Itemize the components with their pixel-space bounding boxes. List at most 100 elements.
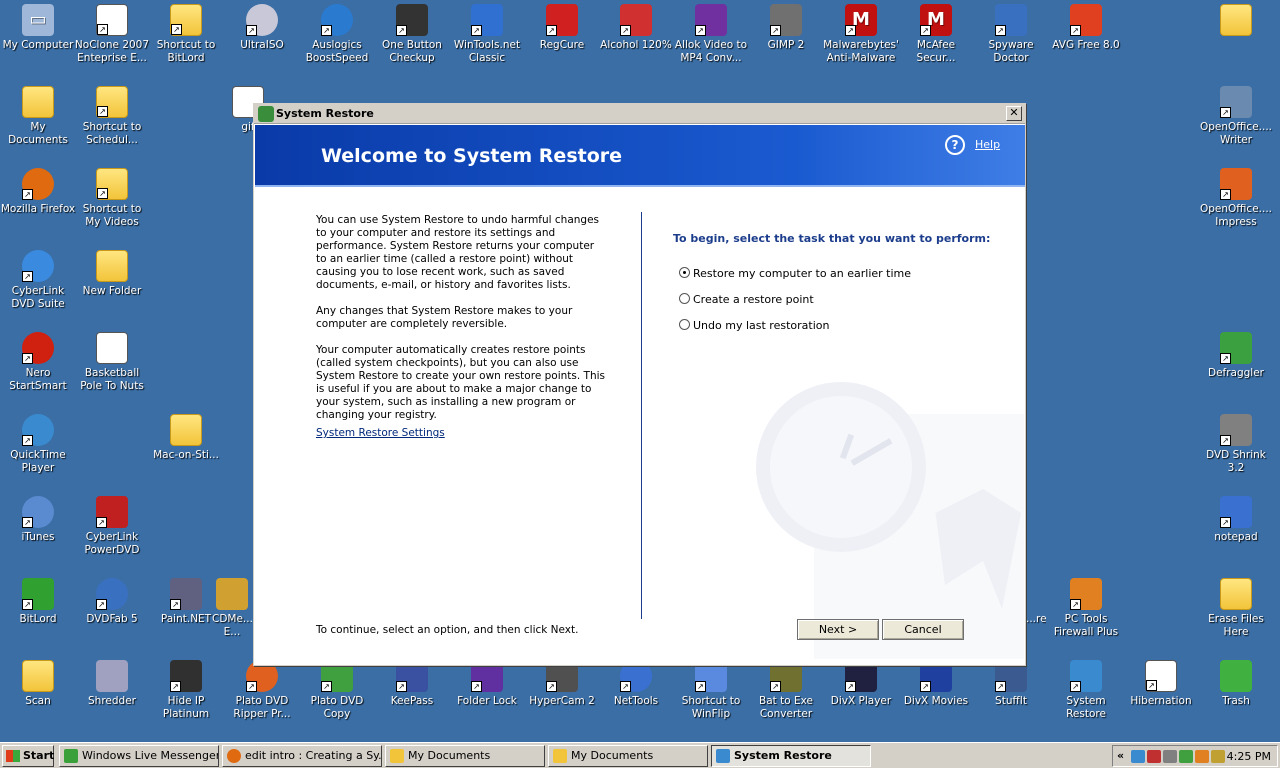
desktop-icon-alcohol[interactable]: ↗ Alcohol 120% <box>598 2 674 78</box>
radio-button[interactable] <box>679 293 690 304</box>
task-label: edit intro : Creating a Sy... <box>245 749 382 762</box>
help-link[interactable]: Help <box>975 138 1000 151</box>
desktop-icon-cdme[interactable]: CDMe... E... <box>212 576 252 652</box>
system-tray: « 4:25 PM <box>1112 745 1278 767</box>
desktop-icon-label: Folder Lock <box>457 695 517 707</box>
desktop-icon-nero[interactable]: ↗ Nero StartSmart <box>0 330 76 406</box>
cube-icon: ↗ <box>546 4 578 36</box>
desktop-icon-scan[interactable]: Scan <box>0 658 76 734</box>
desktop-icon-keepass[interactable]: ↗ KeePass <box>374 658 450 734</box>
desktop-icon-impress[interactable]: ↗ OpenOffice.... Impress <box>1198 166 1274 242</box>
mouse-icon[interactable] <box>1163 750 1177 763</box>
desktop-icon-malwarebytes[interactable]: M ↗ Malwarebytes' Anti-Malware <box>823 2 899 78</box>
desktop-icon-system-restore[interactable]: ↗ System Restore <box>1048 658 1124 734</box>
disc-icon: ↗ <box>246 4 278 36</box>
desktop-icon-label: KeePass <box>390 695 434 707</box>
option-undo-last-restoration[interactable]: Undo my last restoration <box>679 319 829 332</box>
tray-expand-button[interactable]: « <box>1117 749 1124 762</box>
desktop-icon-dvdshrink[interactable]: ↗ DVD Shrink 3.2 <box>1198 412 1274 488</box>
desktop-icon-divx-player[interactable]: ↗ DivX Player <box>823 658 899 734</box>
folder-icon <box>1220 4 1252 36</box>
desktop-icon-schedul[interactable]: ↗ Shortcut to Schedul... <box>74 84 150 160</box>
desktop-icon-partial[interactable]: ...re <box>1026 576 1046 652</box>
desktop-icon-label: CyberLink DVD Suite <box>11 285 65 310</box>
paint-icon: ↗ <box>170 578 202 610</box>
desktop-icon-my-videos[interactable]: ↗ Shortcut to My Videos <box>74 166 150 242</box>
desktop-icon-folder-topright[interactable] <box>1198 2 1274 78</box>
desktop-icon-notepad[interactable]: ↗ notepad <box>1198 494 1274 570</box>
clock: 4:25 PM <box>1226 750 1271 763</box>
desktop-icon-bitlord-shortcut[interactable]: ↗ Shortcut to BitLord <box>148 2 224 78</box>
taskbar-button-messenger[interactable]: Windows Live Messenger <box>59 745 219 767</box>
desktop-icon-hideip[interactable]: ↗ Hide IP Platinum <box>148 658 224 734</box>
desktop-icon-divx-movies[interactable]: ↗ DivX Movies <box>898 658 974 734</box>
desktop-icon-plato-copy[interactable]: ↗ Plato DVD Copy <box>299 658 375 734</box>
desktop-icon-defraggler[interactable]: ↗ Defraggler <box>1198 330 1274 406</box>
desktop-icon-shredder[interactable]: Shredder <box>74 658 150 734</box>
desktop-icon-wintools[interactable]: ↗ WinTools.net Classic <box>449 2 525 78</box>
desktop-icon-plato-ripper[interactable]: ↗ Plato DVD Ripper Pr... <box>224 658 300 734</box>
system-restore-settings-link[interactable]: System Restore Settings <box>316 427 445 439</box>
messenger-icon[interactable] <box>1179 750 1193 763</box>
desktop-icon-allok[interactable]: ↗ Allok Video to MP4 Conv... <box>673 2 749 78</box>
desktop-icon-label: One Button Checkup <box>382 39 442 64</box>
desktop-icon-my-documents[interactable]: My Documents <box>0 84 76 160</box>
desktop-icon-bitlord[interactable]: ↗ BitLord <box>0 576 76 652</box>
desktop-icon-avg[interactable]: ↗ AVG Free 8.0 <box>1048 2 1124 78</box>
taskbar-button-my-documents-1[interactable]: My Documents <box>385 745 545 767</box>
radio-button-selected[interactable] <box>679 267 690 278</box>
desktop-icon-itunes[interactable]: ↗ iTunes <box>0 494 76 570</box>
desktop-icon-my-computer[interactable]: ▭ My Computer <box>0 2 76 78</box>
start-button[interactable]: Start <box>2 745 54 767</box>
desktop-icon-new-folder[interactable]: New Folder <box>74 248 150 324</box>
desktop-icon-label: DivX Player <box>830 695 892 707</box>
hideip-icon: ↗ <box>170 660 202 692</box>
network-icon[interactable] <box>1131 750 1145 763</box>
desktop-icon-one-button[interactable]: ↗ One Button Checkup <box>374 2 450 78</box>
close-button[interactable]: ✕ <box>1006 106 1022 121</box>
taskbar-button-my-documents-2[interactable]: My Documents <box>548 745 708 767</box>
desktop-icon-regcure[interactable]: ↗ RegCure <box>524 2 600 78</box>
title-bar[interactable]: System Restore ✕ <box>254 104 1025 124</box>
desktop-icon-hypercam[interactable]: ↗ HyperCam 2 <box>524 658 600 734</box>
volume-icon[interactable] <box>1211 750 1225 763</box>
desktop-icon-basketball[interactable]: Basketball Pole To Nuts <box>74 330 150 406</box>
radio-button[interactable] <box>679 319 690 330</box>
desktop-icon-firefox[interactable]: ↗ Mozilla Firefox <box>0 166 76 242</box>
desktop-icon-pctools[interactable]: ↗ PC Tools Firewall Plus <box>1048 576 1124 652</box>
taskbar-button-system-restore[interactable]: System Restore <box>711 745 871 767</box>
desktop-icon-noclone[interactable]: ↗ NoClone 2007 Enteprise E... <box>74 2 150 78</box>
desktop-icon-bat-to-exe[interactable]: ↗ Bat to Exe Converter <box>748 658 824 734</box>
desktop-icon-dvdfab[interactable]: ↗ DVDFab 5 <box>74 576 150 652</box>
taskbar-button-firefox[interactable]: edit intro : Creating a Sy... <box>222 745 382 767</box>
option-create-restore-point[interactable]: Create a restore point <box>679 293 814 306</box>
desktop-icon-auslogics[interactable]: ↗ Auslogics BoostSpeed <box>299 2 375 78</box>
desktop-icon-nettools[interactable]: ↗ NetTools <box>598 658 674 734</box>
desktop-icon-spyware-doctor[interactable]: ↗ Spyware Doctor <box>973 2 1049 78</box>
security-icon[interactable] <box>1147 750 1161 763</box>
tools-icon: ↗ <box>471 4 503 36</box>
desktop-icon-cyberlink-suite[interactable]: ↗ CyberLink DVD Suite <box>0 248 76 324</box>
desktop-icon-hibernation[interactable]: ↗ Hibernation <box>1123 658 1199 734</box>
desktop-icon-trash[interactable]: Trash <box>1198 658 1274 734</box>
desktop-icon-erase-files[interactable]: Erase Files Here <box>1198 576 1274 652</box>
desktop-icon-folder-lock[interactable]: ↗ Folder Lock <box>449 658 525 734</box>
firewall-icon[interactable] <box>1195 750 1209 763</box>
desktop-icon-gimp[interactable]: ↗ GIMP 2 <box>748 2 824 78</box>
desktop-icon-label: Shortcut to BitLord <box>156 39 216 64</box>
cancel-button[interactable]: Cancel <box>882 619 964 640</box>
desktop-icon-ultraiso[interactable]: ↗ UltraISO <box>224 2 300 78</box>
option-restore-earlier[interactable]: Restore my computer to an earlier time <box>679 267 911 280</box>
next-button[interactable]: Next > <box>797 619 879 640</box>
desktop-icon-mac-on-stick[interactable]: Mac-on-Sti... <box>148 412 224 488</box>
desktop-icon-label: WinTools.net Classic <box>453 39 521 64</box>
desktop-icon-powerdvd[interactable]: ↗ CyberLink PowerDVD <box>74 494 150 570</box>
desktop-icon-mcafee[interactable]: M ↗ McAfee Secur... <box>898 2 974 78</box>
desktop-icon-quicktime[interactable]: ↗ QuickTime Player <box>0 412 76 488</box>
desktop-icon-writer[interactable]: ↗ OpenOffice.... Writer <box>1198 84 1274 160</box>
desktop-icon-stuffit[interactable]: ↗ StuffIt <box>973 658 1049 734</box>
desktop-icon-winflip[interactable]: ↗ Shortcut to WinFlip <box>673 658 749 734</box>
taskbar: Start Windows Live Messenger edit intro … <box>0 742 1280 768</box>
desktop-icon-label: DVD Shrink 3.2 <box>1206 449 1266 474</box>
help-icon[interactable]: ? <box>945 135 965 155</box>
